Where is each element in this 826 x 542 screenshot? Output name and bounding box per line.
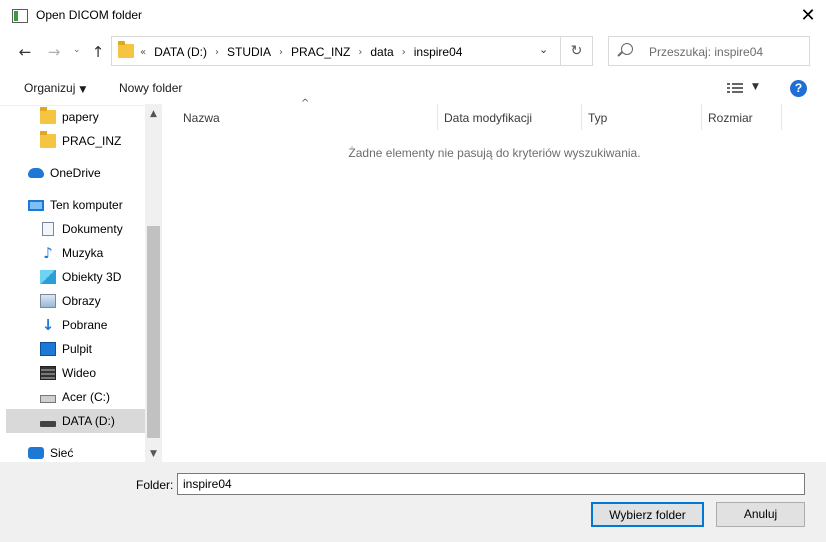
dialog-footer: Folder: Wybierz folder Anuluj: [0, 462, 826, 542]
breadcrumb-overflow-icon[interactable]: «: [136, 47, 150, 58]
sidebar-item-label: Pulpit: [62, 342, 93, 356]
view-options-icon[interactable]: [727, 83, 743, 95]
downloads-arrow-icon: ↓: [41, 316, 55, 334]
sidebar-item[interactable]: papery: [6, 105, 145, 129]
navigation-pane: papery PRAC_INZ OneDrive Ten komputer Dokume…: [6, 104, 145, 462]
folder-icon: [40, 107, 56, 124]
column-header-date-modified[interactable]: Data modyfikacji: [444, 111, 532, 125]
sidebar-item[interactable]: Dokumenty: [6, 217, 145, 241]
up-arrow-icon[interactable]: ↑: [86, 40, 110, 64]
column-header-type[interactable]: Typ: [588, 111, 607, 125]
data-drive-icon: [40, 421, 56, 427]
sidebar-item-label: Sieć: [50, 446, 74, 460]
network-icon: [28, 447, 44, 459]
sidebar-item-label: Dokumenty: [62, 222, 123, 236]
folder-name-input[interactable]: [177, 473, 805, 495]
forward-arrow-icon[interactable]: →: [42, 40, 66, 64]
folder-icon: [118, 41, 134, 58]
sidebar-item[interactable]: ♪ Muzyka: [6, 241, 145, 265]
breadcrumb: « DATA (D:) › STUDIA › PRAC_INZ › data ›…: [136, 45, 466, 59]
organize-label: Organizuj: [24, 81, 76, 95]
sidebar-item[interactable]: Pulpit: [6, 337, 145, 361]
sidebar-item[interactable]: DATA (D:): [6, 409, 145, 433]
breadcrumb-item[interactable]: data: [366, 45, 397, 59]
search-input[interactable]: Przeszukaj: inspire04: [608, 36, 810, 66]
organize-button[interactable]: Organizuj ▼: [24, 81, 86, 95]
sidebar-item-label: DATA (D:): [62, 414, 115, 428]
breadcrumb-item[interactable]: STUDIA: [223, 45, 275, 59]
breadcrumb-separator-icon[interactable]: ›: [354, 47, 366, 58]
column-header-name[interactable]: Nazwa: [183, 111, 220, 125]
video-film-icon: [40, 366, 56, 380]
breadcrumb-separator-icon[interactable]: ›: [398, 47, 410, 58]
search-icon: [621, 43, 633, 55]
breadcrumb-item[interactable]: inspire04: [410, 45, 467, 59]
sidebar-item[interactable]: Obrazy: [6, 289, 145, 313]
sidebar-item[interactable]: Ten komputer: [6, 193, 145, 217]
column-divider[interactable]: [701, 104, 702, 130]
command-toolbar: Organizuj ▼ Nowy folder ▼: [0, 72, 826, 106]
sidebar-item-label: Obiekty 3D: [62, 270, 122, 284]
sidebar-item[interactable]: Acer (C:): [6, 385, 145, 409]
sidebar-item[interactable]: Obiekty 3D: [6, 265, 145, 289]
help-icon[interactable]: ?: [790, 80, 807, 97]
search-placeholder: Przeszukaj: inspire04: [649, 45, 764, 59]
refresh-icon[interactable]: ↻: [561, 36, 593, 66]
column-divider[interactable]: [437, 104, 438, 130]
column-divider[interactable]: [781, 104, 782, 130]
app-window-icon: [12, 9, 28, 23]
scroll-up-arrow-icon[interactable]: ▲: [145, 106, 162, 123]
sidebar-item-label: OneDrive: [50, 166, 101, 180]
view-dropdown-caret-icon[interactable]: ▼: [752, 82, 759, 92]
sidebar-item-label: Muzyka: [62, 246, 104, 260]
folder-icon: [40, 131, 56, 148]
empty-folder-message: Żadne elementy nie pasują do kryteriów w…: [348, 146, 641, 160]
breadcrumb-separator-icon[interactable]: ›: [275, 47, 287, 58]
window-title: Open DICOM folder: [36, 8, 143, 22]
sidebar-item[interactable]: PRAC_INZ: [6, 129, 145, 153]
onedrive-cloud-icon: [28, 168, 44, 178]
objects-3d-icon: [40, 270, 56, 284]
breadcrumb-item[interactable]: PRAC_INZ: [287, 45, 354, 59]
sidebar-item-label: PRAC_INZ: [62, 134, 122, 148]
desktop-icon: [40, 342, 56, 356]
sidebar-item[interactable]: OneDrive: [6, 161, 145, 185]
select-folder-button[interactable]: Wybierz folder: [591, 502, 704, 527]
cancel-button[interactable]: Anuluj: [716, 502, 805, 527]
sidebar-item-label: Wideo: [62, 366, 97, 380]
breadcrumb-separator-icon[interactable]: ›: [211, 47, 223, 58]
documents-icon: [42, 222, 54, 236]
sidebar-item[interactable]: Sieć: [6, 441, 145, 462]
this-pc-icon: [28, 199, 44, 211]
sidebar-item[interactable]: ↓ Pobrane: [6, 313, 145, 337]
navigation-bar: ← → ⌄ ↑ « DATA (D:) › STUDIA › PRAC_INZ …: [0, 34, 826, 70]
back-arrow-icon[interactable]: ←: [13, 40, 37, 64]
sidebar-item-label: Acer (C:): [62, 390, 110, 404]
address-dropdown-chevron-icon[interactable]: ⌄: [539, 43, 548, 56]
scroll-down-arrow-icon[interactable]: ▼: [145, 446, 162, 463]
column-divider[interactable]: [581, 104, 582, 130]
recent-locations-chevron-icon[interactable]: ⌄: [73, 45, 81, 55]
system-drive-icon: [40, 395, 56, 403]
dropdown-caret-icon: ▼: [79, 85, 87, 95]
title-bar: Open DICOM folder ✕: [0, 0, 826, 32]
sidebar-item[interactable]: Wideo: [6, 361, 145, 385]
breadcrumb-item[interactable]: DATA (D:): [150, 45, 211, 59]
new-folder-button[interactable]: Nowy folder: [119, 81, 182, 95]
music-note-icon: ♪: [43, 244, 53, 262]
navigation-scrollbar[interactable]: ▲ ▼: [145, 104, 162, 462]
sidebar-item-label: papery: [62, 110, 99, 124]
folder-label: Folder:: [136, 478, 174, 492]
scrollbar-thumb[interactable]: [147, 226, 160, 438]
close-icon[interactable]: ✕: [790, 0, 826, 32]
column-header-size[interactable]: Rozmiar: [708, 111, 753, 125]
address-bar[interactable]: « DATA (D:) › STUDIA › PRAC_INZ › data ›…: [111, 36, 561, 66]
sidebar-item-label: Ten komputer: [50, 198, 123, 212]
sidebar-item-label: Pobrane: [62, 318, 108, 332]
pictures-icon: [40, 294, 56, 308]
file-list: ^ Nazwa Data modyfikacji Typ Rozmiar Żad…: [163, 98, 826, 462]
sidebar-item-label: Obrazy: [62, 294, 101, 308]
sort-ascending-icon: ^: [301, 98, 310, 109]
